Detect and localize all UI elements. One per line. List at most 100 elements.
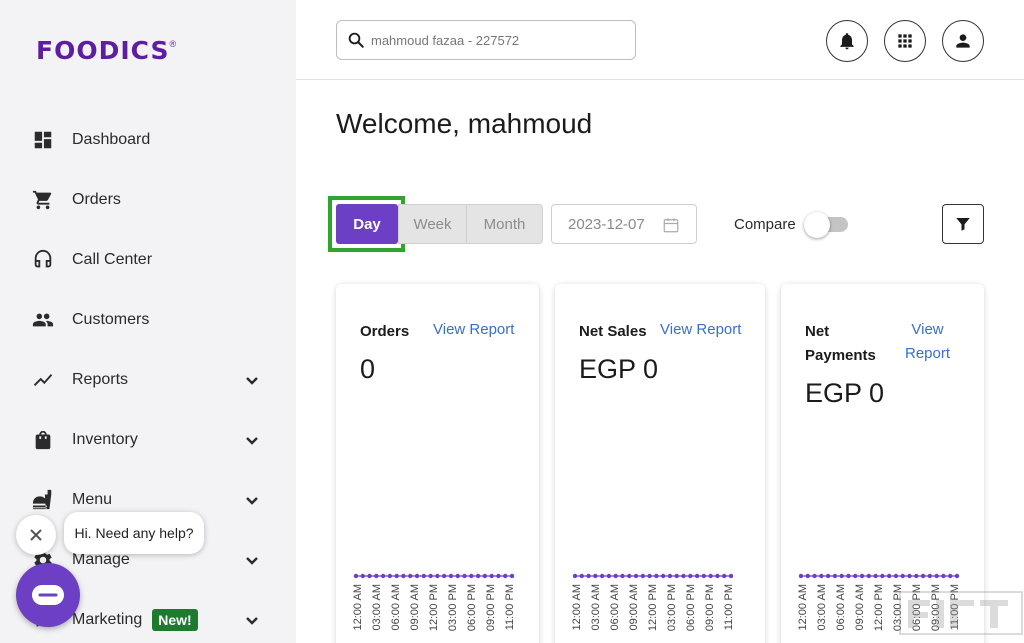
data-point [360, 573, 365, 579]
data-point [593, 573, 598, 579]
data-point [428, 573, 433, 579]
apps-button[interactable] [884, 20, 926, 62]
sidebar-item-inventory[interactable]: Inventory [32, 420, 272, 460]
data-point [914, 573, 919, 579]
account-button[interactable] [942, 20, 984, 62]
date-picker[interactable]: 2023-12-07 [551, 204, 697, 244]
x-tick-label: 03:00 AM [816, 584, 828, 630]
chevron-down-icon[interactable] [244, 552, 260, 568]
chat-launcher-button[interactable] [16, 563, 80, 627]
x-tick-label: 12:00 PM [428, 584, 440, 631]
account-icon [956, 34, 970, 48]
data-point [627, 573, 632, 579]
x-tick-label: 06:00 PM [685, 584, 697, 631]
orders-card: Orders View Report 0 12:00 AM 03:00 AM 06:… [336, 284, 539, 643]
data-point [489, 573, 494, 579]
search-box[interactable]: mahmoud fazaa - 227572 [336, 20, 636, 60]
chat-close-button[interactable] [16, 515, 56, 555]
x-tick-label: 03:00 AM [590, 584, 602, 630]
chevron-down-icon[interactable] [244, 612, 260, 628]
line-chart: 12:00 AM 03:00 AM 06:00 AM 09:00 AM 12:00 PM… [571, 573, 735, 631]
date-value: 2023-12-07 [568, 215, 645, 233]
foodics-logo[interactable]: FOODICS® [36, 36, 176, 65]
filter-button[interactable] [942, 204, 984, 244]
tab-month[interactable]: Month [466, 204, 543, 244]
data-point [859, 573, 865, 579]
search-icon [348, 32, 364, 48]
x-tick-label: 09:00 AM [628, 584, 640, 630]
tab-week[interactable]: Week [398, 204, 466, 244]
bell-icon [840, 33, 854, 50]
sidebar-item-label: Call Center [72, 251, 153, 268]
data-point [387, 573, 393, 579]
x-tick-label: 09:00 AM [409, 584, 421, 630]
sidebar-item-label: Inventory [72, 431, 138, 448]
sidebar-item-customers[interactable]: Customers [32, 300, 272, 340]
data-point [469, 573, 474, 579]
data-point [374, 573, 379, 579]
sidebar-item-call-center[interactable]: Call Center [32, 240, 272, 280]
data-point [613, 573, 618, 579]
x-tick-label: 11:00 PM [723, 584, 735, 630]
new-badge: New! [152, 609, 198, 631]
data-point [572, 573, 578, 579]
data-point [421, 573, 427, 579]
data-point [893, 573, 899, 579]
data-point [900, 573, 905, 579]
data-point [927, 573, 933, 579]
x-tick-label: 06:00 AM [835, 584, 847, 630]
compare-toggle[interactable] [804, 212, 848, 238]
data-point [633, 573, 639, 579]
data-point [408, 573, 413, 579]
x-tick-label: 12:00 AM [571, 584, 583, 630]
data-point [586, 573, 591, 579]
view-report-link[interactable]: View Report [905, 318, 950, 366]
data-point [839, 573, 844, 579]
chevron-down-icon[interactable] [244, 372, 260, 388]
link-line: View [911, 321, 944, 338]
data-point [367, 573, 372, 579]
data-point [579, 573, 584, 579]
x-tick-label: 06:00 AM [390, 584, 402, 630]
chat-icon [32, 585, 64, 605]
view-report-link[interactable]: View Report [660, 318, 741, 342]
page-title: Welcome, mahmoud [336, 108, 593, 139]
bag-icon [32, 429, 54, 451]
data-point [694, 573, 700, 579]
sidebar-item-orders[interactable]: Orders [32, 180, 272, 220]
x-tick-label: 06:00 AM [609, 584, 621, 630]
notifications-button[interactable] [826, 20, 868, 62]
data-point [819, 573, 824, 579]
search-input[interactable]: mahmoud fazaa - 227572 [371, 33, 519, 48]
chevron-down-icon[interactable] [244, 432, 260, 448]
logo-text: FOODICS [36, 36, 170, 65]
data-point [907, 573, 912, 579]
link-line: Report [905, 345, 951, 362]
card-title: Orders [360, 323, 410, 340]
data-point [509, 573, 515, 579]
card-value: EGP 0 [805, 378, 885, 408]
x-tick-label: 11:00 PM [504, 584, 516, 630]
data-point [941, 573, 946, 579]
data-point [353, 573, 359, 579]
tab-day[interactable]: Day [336, 204, 398, 244]
data-point [654, 573, 659, 579]
apps-grid-icon [898, 34, 912, 48]
food-icon [32, 489, 54, 511]
orders-chart: 12:00 AM 03:00 AM 06:00 AM 09:00 AM 12:00 PM… [352, 570, 516, 643]
data-point [414, 573, 420, 579]
chevron-down-icon[interactable] [244, 492, 260, 508]
net-sales-chart: 12:00 AM 03:00 AM 06:00 AM 09:00 AM 12:00 PM… [571, 570, 735, 643]
data-point [667, 573, 673, 579]
data-point [846, 573, 851, 579]
headset-icon [32, 249, 54, 271]
data-point [441, 573, 447, 579]
view-report-link[interactable]: View Report [433, 318, 514, 342]
data-point [640, 573, 646, 579]
sidebar-item-dashboard[interactable]: Dashboard [32, 120, 272, 160]
chat-greeting[interactable]: Hi. Need any help? [64, 512, 204, 554]
sidebar-item-reports[interactable]: Reports [32, 360, 272, 400]
x-tick-label: 06:00 PM [466, 584, 478, 631]
line-chart: 12:00 AM 03:00 AM 06:00 AM 09:00 AM 12:00 PM… [352, 573, 516, 631]
data-point [715, 573, 720, 579]
